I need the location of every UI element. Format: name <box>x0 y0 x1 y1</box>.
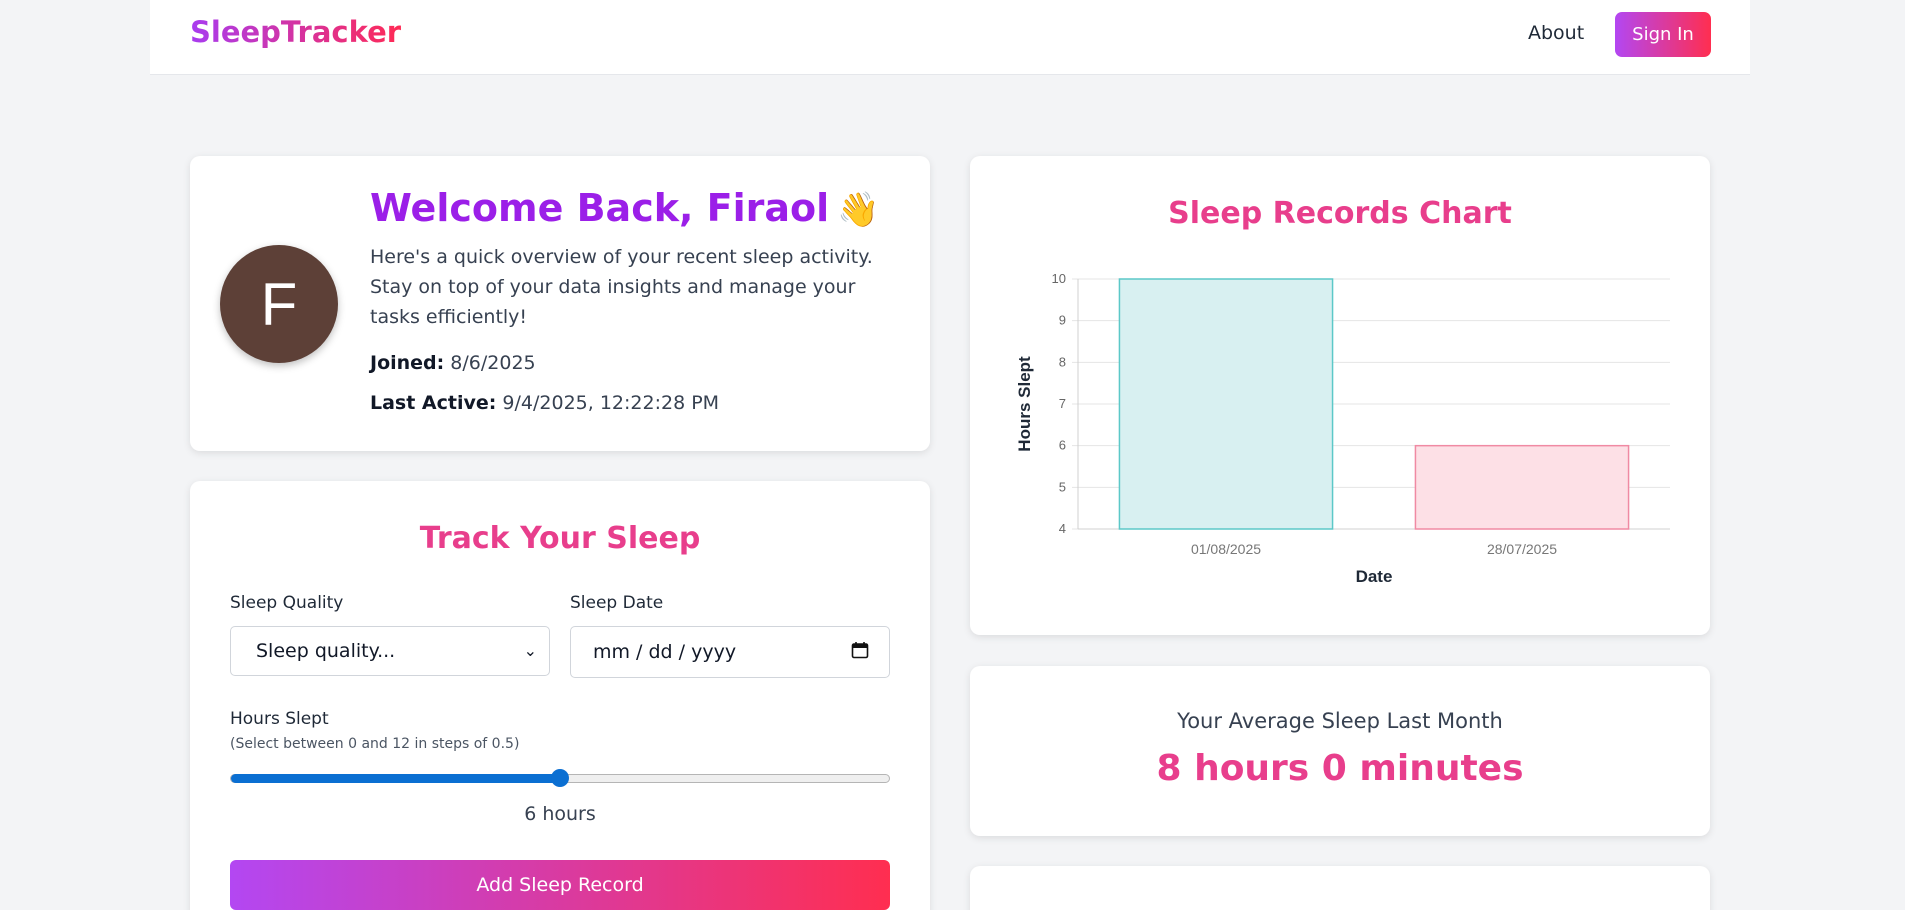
joined-value: 8/6/2025 <box>450 352 536 374</box>
y-tick-label: 7 <box>1059 396 1066 411</box>
chevron-down-icon: ⌄ <box>523 641 537 660</box>
welcome-title-text: Welcome Back, Firaol <box>370 186 830 230</box>
hours-slider[interactable] <box>230 769 890 787</box>
x-tick-label: 01/08/2025 <box>1191 541 1261 557</box>
joined-label: Joined: <box>370 352 445 374</box>
sleep-date-input[interactable]: mm / dd / yyyy <box>570 626 890 678</box>
about-link[interactable]: About <box>1528 22 1584 44</box>
sleep-quality-select[interactable]: Sleep quality... ⌄ <box>230 626 550 676</box>
last-active-label: Last Active: <box>370 392 497 414</box>
sign-in-button[interactable]: Sign In <box>1615 12 1711 57</box>
y-tick-label: 8 <box>1059 354 1066 369</box>
y-tick-label: 10 <box>1052 271 1066 286</box>
chart-bar <box>1118 278 1334 530</box>
y-tick-label: 6 <box>1059 438 1066 453</box>
hours-slept-label: Hours Slept <box>230 709 329 729</box>
last-active-value: 9/4/2025, 12:22:28 PM <box>502 392 720 414</box>
y-tick-label: 5 <box>1059 479 1066 494</box>
y-axis-title: Hours Slept <box>1015 356 1034 452</box>
app-logo[interactable]: SleepTracker <box>190 15 401 49</box>
y-tick-label: 4 <box>1059 521 1066 536</box>
chart-bar <box>1414 444 1630 530</box>
hours-slept-value: 6 hours <box>524 803 596 825</box>
waving-hand-icon: 👋 <box>837 190 880 230</box>
track-sleep-card: Track Your Sleep Sleep Quality Sleep qua… <box>190 481 930 910</box>
x-axis-title: Date <box>1356 567 1393 586</box>
welcome-description: Here's a quick overview of your recent s… <box>370 246 873 328</box>
sleep-quality-label: Sleep Quality <box>230 593 344 613</box>
hours-slider-fill <box>231 774 560 783</box>
additional-card <box>970 866 1710 910</box>
average-sleep-value: 8 hours 0 minutes <box>1156 748 1524 789</box>
last-active-info: Last Active: 9/4/2025, 12:22:28 PM <box>370 392 719 414</box>
x-tick-label: 28/07/2025 <box>1487 541 1557 557</box>
sleep-records-chart: 4 5 6 7 8 9 10 01/08/2025 28/07/2025 Date Hours Sl… <box>1015 271 1670 586</box>
sleep-date-label: Sleep Date <box>570 593 664 613</box>
hours-slider-thumb[interactable] <box>551 769 569 787</box>
avatar: F <box>220 245 338 363</box>
track-sleep-title: Track Your Sleep <box>419 521 701 556</box>
average-sleep-card: Your Average Sleep Last Month 8 hours 0 … <box>970 666 1710 836</box>
top-navbar: SleepTracker About Sign In <box>150 0 1750 75</box>
add-sleep-record-button[interactable]: Add Sleep Record <box>230 860 890 910</box>
welcome-card: F Welcome Back, Firaol 👋 Here's a quick o… <box>190 156 930 451</box>
calendar-icon[interactable] <box>851 641 869 664</box>
sleep-chart-card: Sleep Records Chart 4 5 6 7 8 9 10 01/08/2025 28… <box>970 156 1710 635</box>
hours-slept-hint: (Select between 0 and 12 in steps of 0.5… <box>230 736 520 752</box>
average-sleep-label: Your Average Sleep Last Month <box>1177 709 1503 733</box>
sleep-date-placeholder: mm / dd / yyyy <box>593 641 737 663</box>
y-tick-label: 9 <box>1059 313 1066 328</box>
joined-info: Joined: 8/6/2025 <box>370 352 536 374</box>
sleep-quality-value: Sleep quality... <box>256 640 396 662</box>
welcome-title: Welcome Back, Firaol 👋 <box>370 186 880 230</box>
